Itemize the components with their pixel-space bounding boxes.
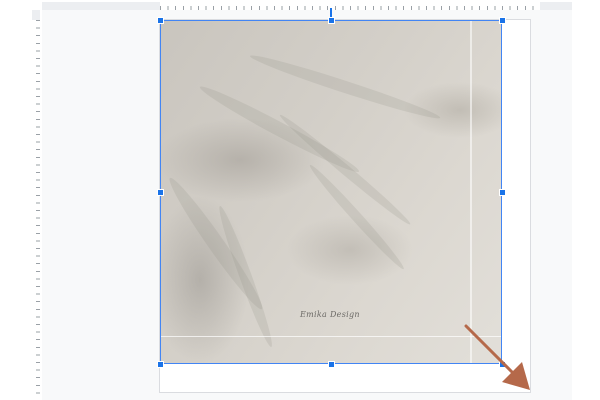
resize-handle-top-left[interactable]	[157, 17, 164, 24]
ruler-ticks	[32, 20, 40, 400]
resize-handle-right[interactable]	[499, 189, 506, 196]
inserted-image[interactable]: Emika Design	[160, 20, 502, 364]
signature-text: Emika Design	[300, 310, 360, 319]
ruler-ticks	[160, 2, 540, 10]
horizontal-ruler[interactable]	[42, 2, 572, 10]
resize-handle-bottom[interactable]	[328, 361, 335, 368]
resize-handle-bottom-left[interactable]	[157, 361, 164, 368]
frame-line	[470, 20, 472, 364]
vertical-ruler[interactable]	[32, 10, 40, 400]
resize-handle-left[interactable]	[157, 189, 164, 196]
resize-handle-top[interactable]	[328, 17, 335, 24]
palm-shadow	[248, 50, 443, 124]
annotation-arrow-icon	[464, 324, 530, 390]
resize-handle-top-right[interactable]	[499, 17, 506, 24]
frame-line	[160, 336, 502, 337]
palm-shadow	[214, 203, 277, 350]
